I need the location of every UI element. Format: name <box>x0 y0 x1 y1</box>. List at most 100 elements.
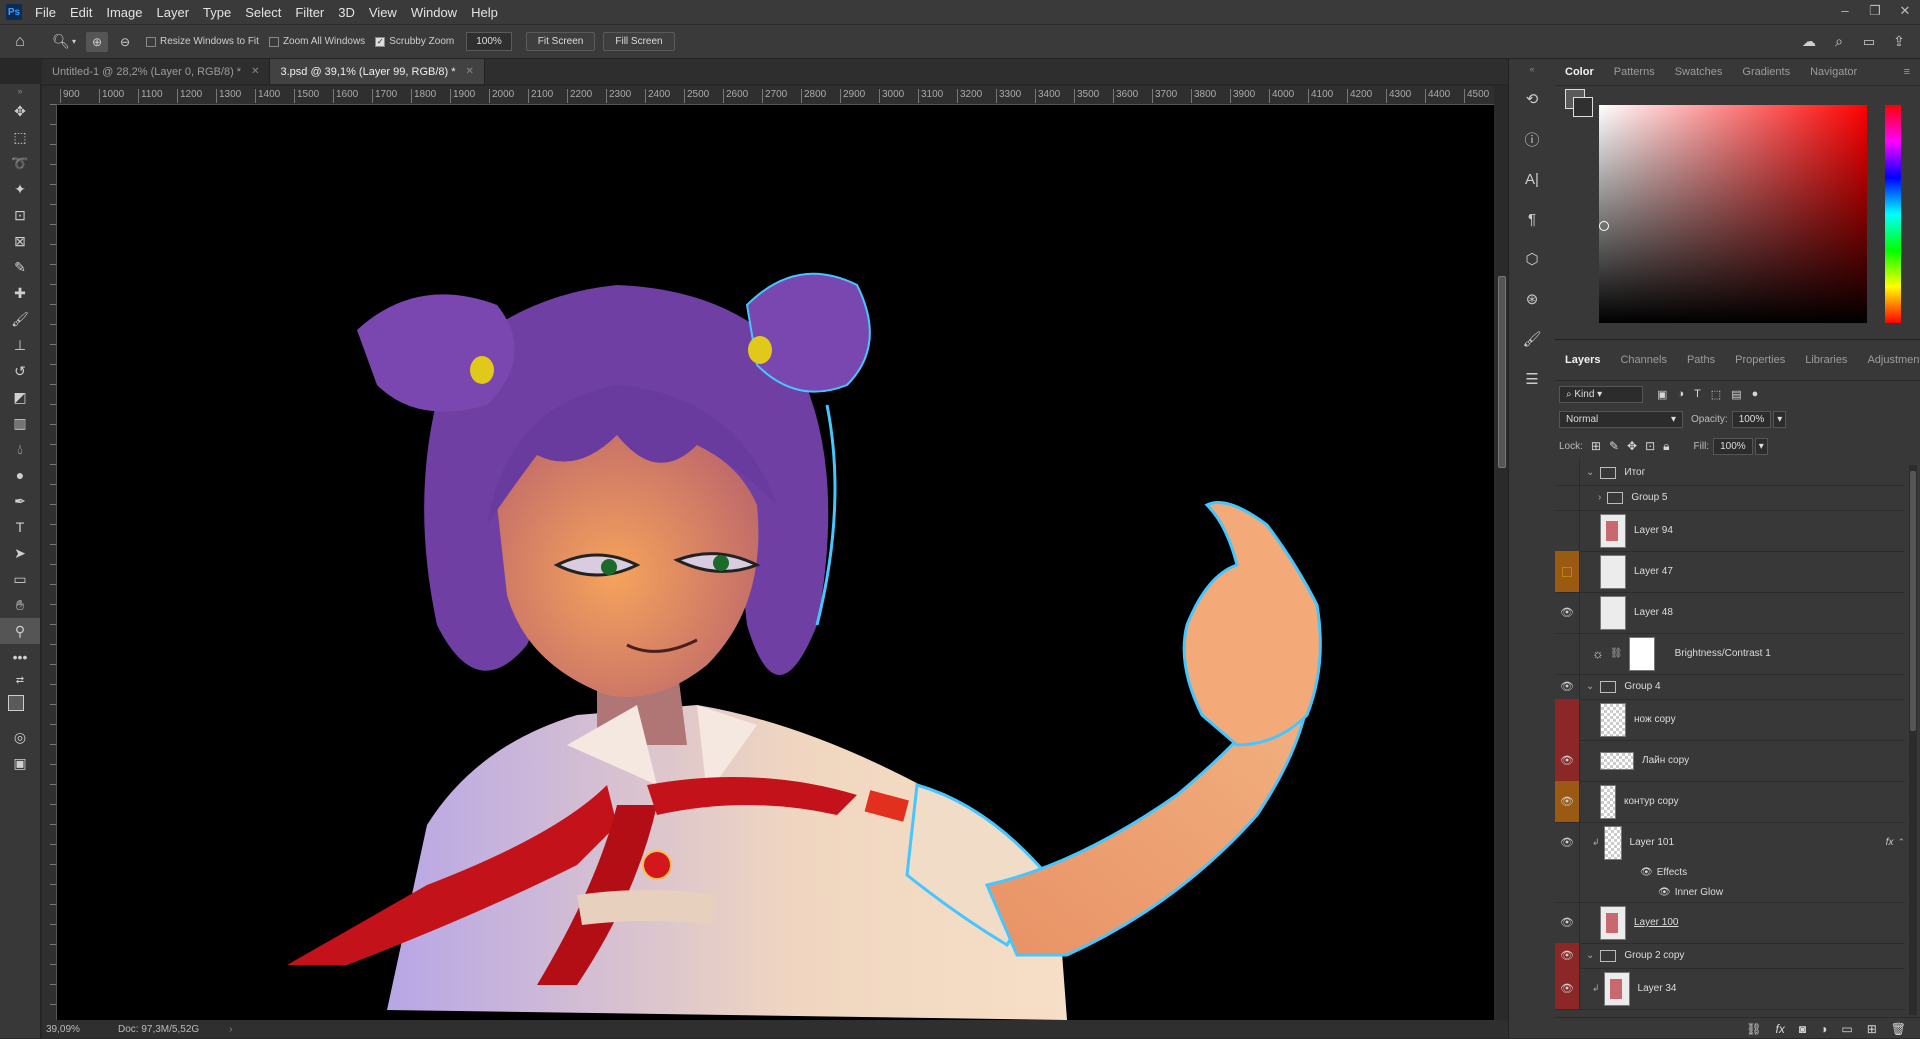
blur-tool-icon[interactable]: 💧︎ <box>0 436 40 462</box>
zoom-percent-field[interactable]: 100% <box>466 32 512 51</box>
chevron-down-icon[interactable]: ⌄ <box>1586 681 1594 692</box>
close-tab-icon[interactable]: ✕ <box>466 66 474 77</box>
filter-adjustment-icon[interactable]: ◑ <box>1677 388 1684 400</box>
delete-layer-icon[interactable]: 🗑︎ <box>1891 1022 1906 1036</box>
eye-icon[interactable]: 👁︎ <box>1555 781 1580 822</box>
lock-image-icon[interactable]: ✎ <box>1609 439 1619 453</box>
filter-smart-object-icon[interactable]: ▤ <box>1731 388 1741 401</box>
color-picker-field[interactable] <box>1599 105 1867 323</box>
share-cloud-icon[interactable]: ☁ <box>1794 33 1824 50</box>
new-adjustment-icon[interactable]: ◑ <box>1820 1022 1827 1036</box>
fit-screen-button[interactable]: Fit Screen <box>525 32 596 51</box>
add-style-icon[interactable]: fx <box>1776 1022 1785 1036</box>
eye-icon[interactable]: 👁︎ <box>1555 674 1580 699</box>
zoom-out-icon[interactable]: ⊖ <box>114 35 136 49</box>
character-panel-icon[interactable]: A| <box>1509 159 1555 199</box>
chevron-down-icon[interactable]: ▾ <box>72 37 76 46</box>
eye-icon[interactable]: 👁︎ <box>1555 968 1580 1009</box>
zoom-level[interactable]: 39,09% <box>42 1024 108 1035</box>
fx-icon[interactable]: fx <box>1886 837 1894 848</box>
healing-brush-tool-icon[interactable]: ✚ <box>0 280 40 306</box>
opacity-field[interactable]: 100% <box>1731 410 1772 428</box>
zoom-in-icon[interactable]: ⊕ <box>86 31 109 52</box>
tab-navigator[interactable]: Navigator <box>1800 66 1867 78</box>
color-swatches[interactable] <box>0 690 40 724</box>
lock-all-icon[interactable]: 🔒︎ <box>1663 439 1669 454</box>
new-group-icon[interactable]: ▭ <box>1841 1022 1852 1036</box>
layer-row-lain-copy[interactable]: 👁︎ Лайн copy <box>1555 740 1905 782</box>
panel-menu-icon[interactable]: ≡ <box>1894 66 1920 78</box>
hue-slider[interactable] <box>1885 105 1901 323</box>
menu-image[interactable]: Image <box>99 5 149 20</box>
chevron-right-icon[interactable]: › <box>1598 492 1601 503</box>
layer-row-group-4[interactable]: 👁︎ ⌄ Group 4 <box>1555 674 1905 700</box>
tab-gradients[interactable]: Gradients <box>1732 66 1800 78</box>
blend-mode-select[interactable]: Normal ▾ <box>1559 410 1683 428</box>
chevron-down-icon[interactable]: ⌄ <box>1586 950 1594 961</box>
link-icon[interactable]: ⛓︎ <box>1610 648 1623 659</box>
link-layers-icon[interactable]: ⛓︎ <box>1746 1022 1761 1036</box>
type-tool-icon[interactable]: T <box>0 514 40 540</box>
visibility-toggle[interactable] <box>1555 485 1580 510</box>
layer-row-kontur-copy[interactable]: 👁︎ контур copy <box>1555 781 1905 823</box>
gradient-tool-icon[interactable]: ▥ <box>0 410 40 436</box>
zoom-tool-icon[interactable]: 🔍︎ <box>50 33 72 50</box>
zoom-all-windows-checkbox[interactable]: Zoom All Windows <box>268 36 365 47</box>
status-menu-icon[interactable]: › <box>229 1024 232 1035</box>
move-tool-icon[interactable]: ✥ <box>0 98 40 124</box>
visibility-toggle[interactable] <box>1555 633 1580 674</box>
menu-select[interactable]: Select <box>238 5 288 20</box>
more-tools-icon[interactable]: ••• <box>0 644 40 670</box>
eyedropper-tool-icon[interactable]: ✎ <box>0 254 40 280</box>
layer-row-group-2-copy[interactable]: 👁︎ ⌄ Group 2 copy <box>1555 943 1905 969</box>
eraser-tool-icon[interactable]: ◩ <box>0 384 40 410</box>
layer-row-layer-34[interactable]: 👁︎ ↲ Layer 34 <box>1555 968 1905 1010</box>
background-color-swatch[interactable] <box>1573 97 1593 117</box>
3d-panel-icon[interactable]: ⬡ <box>1509 239 1555 279</box>
tab-3-psd[interactable]: 3.psd @ 39,1% (Layer 99, RGB/8) * ✕ <box>270 59 485 84</box>
home-icon[interactable]: ⌂ <box>0 33 40 51</box>
menu-3d[interactable]: 3D <box>331 5 362 20</box>
tab-patterns[interactable]: Patterns <box>1604 66 1665 78</box>
dodge-tool-icon[interactable]: ● <box>0 462 40 488</box>
layers-scrollbar[interactable] <box>1909 465 1917 1015</box>
tab-paths[interactable]: Paths <box>1677 354 1725 366</box>
tab-libraries[interactable]: Libraries <box>1795 354 1857 366</box>
restore-button[interactable]: ❐ <box>1860 0 1890 24</box>
filter-shape-icon[interactable]: ⬚ <box>1711 388 1721 401</box>
menu-type[interactable]: Type <box>196 5 238 20</box>
workspace-icon[interactable]: ▭ <box>1854 34 1884 50</box>
tab-channels[interactable]: Channels <box>1610 354 1676 366</box>
filter-type-icon[interactable]: T <box>1694 388 1701 400</box>
visibility-toggle[interactable] <box>1555 510 1580 551</box>
menu-window[interactable]: Window <box>404 5 464 20</box>
lock-transparency-icon[interactable]: ⊞ <box>1591 439 1601 453</box>
path-selection-tool-icon[interactable]: ➤ <box>0 540 40 566</box>
layer-row-layer-94[interactable]: Layer 94 <box>1555 510 1905 552</box>
eye-icon[interactable]: 👁︎ <box>1640 867 1653 878</box>
eye-icon[interactable]: 👁︎ <box>1555 740 1580 781</box>
visibility-toggle[interactable] <box>1555 551 1580 592</box>
scrubby-zoom-checkbox[interactable]: ✓ Scrubby Zoom <box>375 36 454 47</box>
layer-row-nozh-copy[interactable]: нож copy <box>1555 699 1905 741</box>
tab-layers[interactable]: Layers <box>1555 354 1610 366</box>
share-icon[interactable]: ⇪ <box>1884 33 1914 50</box>
collapse-icon[interactable]: » <box>0 84 40 98</box>
visibility-toggle[interactable] <box>1555 699 1580 740</box>
visibility-toggle[interactable] <box>1555 460 1580 485</box>
effects-row[interactable]: 👁︎ Effects <box>1555 863 1905 882</box>
marquee-tool-icon[interactable]: ⬚ <box>0 124 40 150</box>
history-brush-tool-icon[interactable]: ↺ <box>0 358 40 384</box>
eye-icon[interactable]: 👁︎ <box>1555 943 1580 968</box>
lock-position-icon[interactable]: ✥ <box>1627 439 1637 453</box>
tab-properties[interactable]: Properties <box>1725 354 1795 366</box>
menu-layer[interactable]: Layer <box>150 5 197 20</box>
fill-field[interactable]: 100% <box>1713 437 1753 455</box>
fill-dropdown-icon[interactable]: ▾ <box>1754 437 1768 455</box>
collapse-icon[interactable]: « <box>1509 59 1555 79</box>
swap-colors-icon[interactable]: ⇄ <box>0 670 40 690</box>
properties-panel-icon[interactable]: ⊛ <box>1509 279 1555 319</box>
pen-tool-icon[interactable]: ✒ <box>0 488 40 514</box>
quick-mask-icon[interactable]: ◎ <box>0 724 40 750</box>
lasso-tool-icon[interactable]: ➰ <box>0 150 40 176</box>
